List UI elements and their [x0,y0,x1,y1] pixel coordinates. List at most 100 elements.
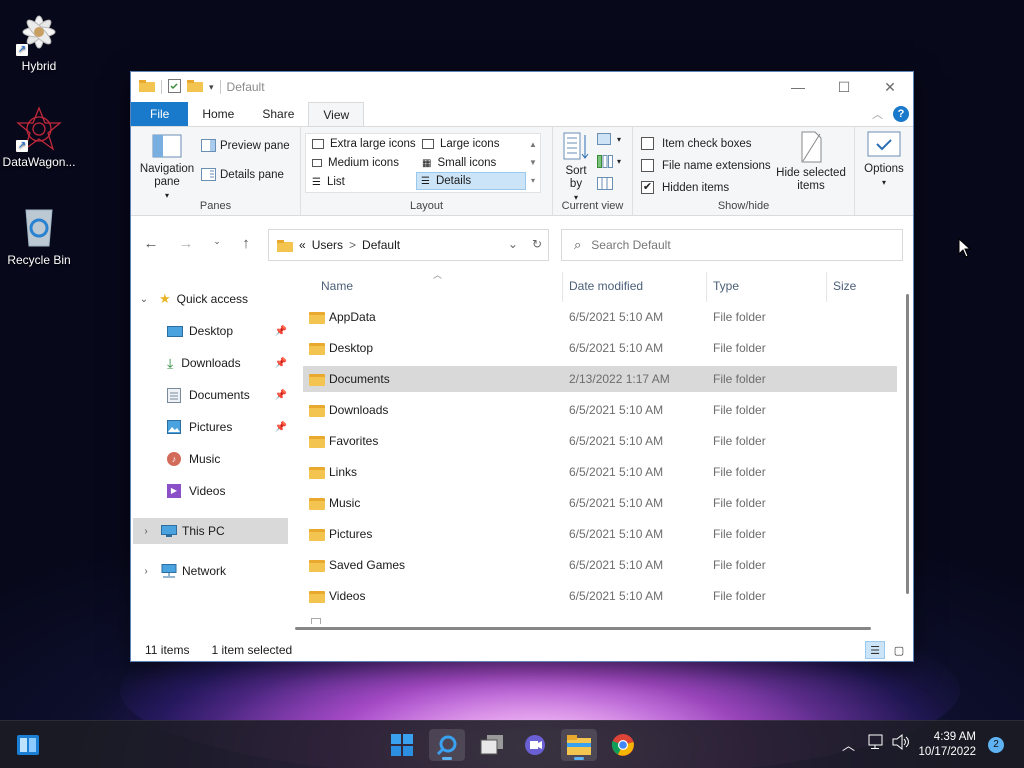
notification-badge[interactable]: 2 [988,737,1004,753]
collapse-ribbon-icon[interactable]: ︿ [872,106,883,122]
item-check-boxes-toggle[interactable]: Item check boxes [641,137,751,150]
desktop-icon-recycle-bin[interactable]: Recycle Bin [0,204,78,267]
horizontal-scrollbar[interactable] [295,627,871,630]
layout-details[interactable]: ☰ Details [416,172,526,190]
layout-small-icons[interactable]: ▦ Small icons [418,154,524,172]
large-icons-view-icon[interactable]: ▢ [889,641,909,659]
customize-toolbar-icon[interactable]: ▾ [209,82,214,93]
chevron-right-icon[interactable]: › [139,526,153,537]
search-box[interactable]: ⌕ Search Default [561,229,903,261]
search-input[interactable]: Search Default [591,238,670,252]
properties-icon[interactable] [168,78,181,96]
forward-arrow-icon[interactable]: → [171,235,201,252]
refresh-icon[interactable]: ↻ [532,237,542,251]
details-icon: ☰ [421,175,430,187]
file-name-extensions-checkbox[interactable] [641,159,654,172]
vertical-scrollbar[interactable] [903,288,913,623]
task-view-icon[interactable] [474,729,510,761]
volume-icon[interactable] [892,733,910,753]
minimize-button[interactable]: — [775,72,821,102]
file-row[interactable]: AppData 6/5/2021 5:10 AM File folder [303,304,897,330]
hidden-items-checkbox[interactable]: ✔ [641,181,654,194]
network-status-icon[interactable] [868,734,886,753]
size-columns-button[interactable] [597,177,613,190]
column-header-size[interactable]: Size [833,272,856,300]
nav-item-desktop[interactable]: Desktop 📌 [167,318,287,344]
tab-share[interactable]: Share [248,102,308,126]
breadcrumb-overflow[interactable]: « [299,238,306,252]
breadcrumb-default[interactable]: Default [362,238,400,252]
nav-item-music[interactable]: ♪ Music [167,446,287,472]
details-pane-button[interactable]: Details pane [201,168,284,181]
layout-medium-icons[interactable]: Medium icons [308,154,416,172]
clock[interactable]: 4:39 AM 10/17/2022 [918,730,976,760]
file-row[interactable]: Saved Games 6/5/2021 5:10 AM File folder [303,552,897,578]
ribbon-group-current-view: Sort by ▾ ▾ ▾ Current view [553,127,633,215]
show-hidden-icons-icon[interactable]: ︿ [842,735,855,754]
hide-selected-items-button[interactable]: Hide selected items [773,131,849,193]
recent-locations-icon[interactable]: ⌄ [202,236,232,247]
file-explorer-icon[interactable] [561,729,597,761]
options-button[interactable]: Options ▾ [861,131,907,189]
file-row[interactable]: Links 6/5/2021 5:10 AM File folder [303,459,897,485]
tab-home[interactable]: Home [188,102,248,126]
teams-chat-icon[interactable] [517,729,553,761]
column-header-name[interactable]: Name [321,272,353,300]
address-dropdown-icon[interactable]: ⌄ [508,237,518,251]
sort-by-button[interactable]: Sort by ▾ [559,131,593,204]
ribbon-group-options: Options ▾ [855,127,913,215]
layout-gallery-scroll[interactable]: ▲ ▼ ▾ [528,136,538,190]
search-icon[interactable] [429,729,465,761]
layout-list[interactable]: ☰ List [308,173,416,191]
nav-network[interactable]: › Network [139,558,226,584]
chevron-right-icon[interactable]: › [139,566,153,577]
nav-item-videos[interactable]: ▶ Videos [167,478,287,504]
group-by-button[interactable]: ▾ [597,133,621,146]
breadcrumb-users[interactable]: Users [312,238,343,252]
nav-item-pictures[interactable]: Pictures 📌 [167,414,287,440]
column-header-type[interactable]: Type [713,272,739,300]
layout-extra-large-icons[interactable]: Extra large icons [308,135,416,153]
start-icon[interactable] [384,729,420,761]
hidden-items-toggle[interactable]: ✔ Hidden items [641,181,729,194]
this-pc-icon [161,524,177,537]
back-arrow-icon[interactable]: ← [136,235,166,252]
nav-item-downloads[interactable]: ⤓ Downloads 📌 [167,350,287,376]
add-columns-button[interactable]: ▾ [597,155,621,168]
nav-quick-access[interactable]: ⌄ ★ Quick access [137,286,248,312]
details-view-icon[interactable]: ☰ [865,641,885,659]
new-folder-icon[interactable] [187,79,203,95]
file-row[interactable]: Music 6/5/2021 5:10 AM File folder [303,490,897,516]
breadcrumb-separator-icon[interactable]: > [349,238,356,252]
nav-this-pc[interactable]: › This PC [133,518,288,544]
file-name-extensions-toggle[interactable]: File name extensions [641,159,771,172]
tab-file[interactable]: File [131,102,189,126]
add-columns-icon [597,155,613,168]
file-row[interactable]: Pictures 6/5/2021 5:10 AM File folder [303,521,897,547]
tab-view[interactable]: View [308,102,365,126]
help-icon[interactable]: ? [893,106,909,122]
size-columns-icon [597,177,613,190]
layout-large-icons[interactable]: Large icons [418,135,524,153]
chrome-icon[interactable] [605,729,641,761]
nav-item-documents[interactable]: Documents 📌 [167,382,287,408]
navigation-pane-button[interactable]: Navigation pane ▾ [137,133,197,202]
widgets-icon[interactable] [10,729,46,761]
title-bar[interactable]: ▾ Default — ☐ ✕ [131,72,913,102]
chevron-down-icon[interactable]: ⌄ [137,294,151,305]
address-bar[interactable]: « Users > Default ⌄ ↻ [268,229,549,261]
file-row[interactable]: Videos 6/5/2021 5:10 AM File folder [303,583,897,609]
close-button[interactable]: ✕ [867,72,913,102]
column-header-date-modified[interactable]: Date modified [569,272,643,300]
file-row[interactable]: Desktop 6/5/2021 5:10 AM File folder [303,335,897,361]
mouse-cursor-icon [958,237,972,261]
desktop-icon-datawagon[interactable]: ↗ DataWagon... [0,106,78,169]
file-row-selected[interactable]: Documents 2/13/2022 1:17 AM File folder [303,366,897,392]
desktop-icon-hybrid[interactable]: ↗ Hybrid [0,10,78,73]
file-row[interactable]: Favorites 6/5/2021 5:10 AM File folder [303,428,897,454]
item-check-boxes-checkbox[interactable] [641,137,654,150]
preview-pane-button[interactable]: Preview pane [201,139,290,152]
file-row[interactable]: Downloads 6/5/2021 5:10 AM File folder [303,397,897,423]
up-arrow-icon[interactable]: ↑ [231,235,261,252]
maximize-button[interactable]: ☐ [821,72,867,102]
